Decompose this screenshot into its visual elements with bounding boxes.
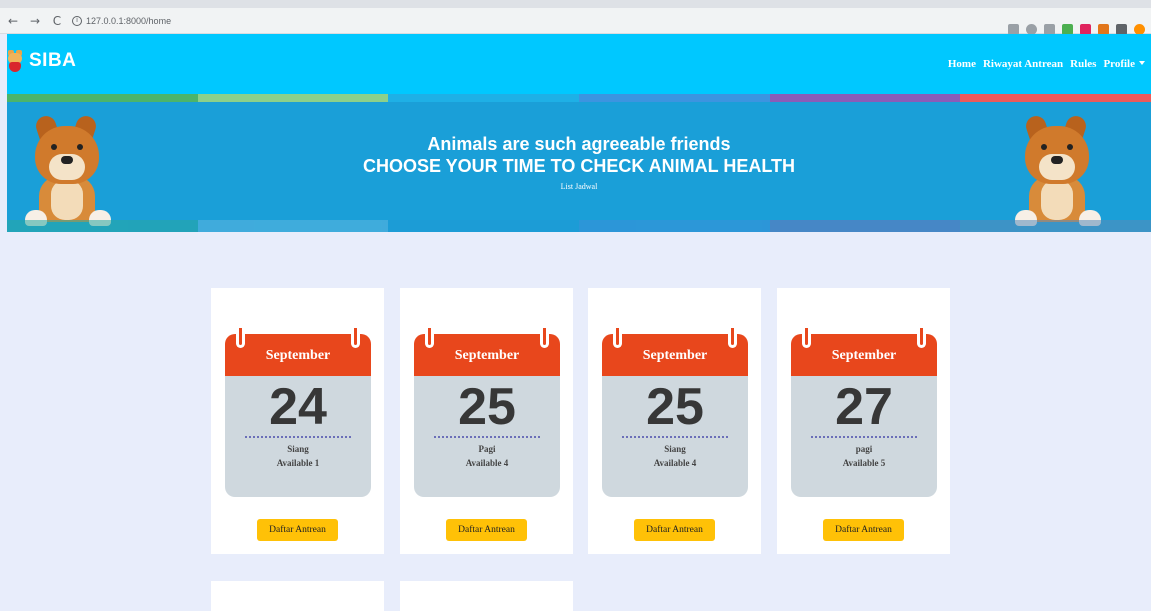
nav-rules[interactable]: Rules [1070, 58, 1096, 70]
nav-profile-label: Profile [1103, 58, 1135, 70]
nav-links: Home Riwayat Antrean Rules Profile [948, 58, 1145, 70]
puppy-image-right [1009, 113, 1105, 232]
schedule-day: 25 [646, 378, 704, 436]
puzzle-icon[interactable] [1116, 23, 1127, 35]
schedule-card: September 25 Siang Available 4 Daftar An… [588, 288, 761, 554]
schedule-availability: Available 5 [842, 458, 886, 468]
forward-icon[interactable]: → [26, 12, 44, 30]
url-text: 127.0.0.1:8000/home [86, 15, 172, 26]
calendar-icon: September 24 Siang Available 1 [225, 328, 371, 497]
daftar-antrean-button[interactable]: Daftar Antrean [257, 519, 338, 541]
browser-toolbar: ← → C i 127.0.0.1:8000/home [0, 8, 1151, 35]
info-icon[interactable]: i [72, 15, 82, 26]
schedule-day: 25 [458, 378, 516, 436]
metamask-icon[interactable] [1098, 23, 1109, 35]
banner-heading: CHOOSE YOUR TIME TO CHECK ANIMAL HEALTH [362, 156, 796, 176]
brand-name: SIBA [29, 50, 77, 71]
schedule-availability: Available 1 [276, 458, 320, 468]
schedule-day: 24 [269, 378, 327, 436]
schedule-card: September 27 pagi Available 5 Daftar Ant… [777, 288, 950, 554]
schedule-month: September [454, 348, 520, 363]
calendar-icon: September 25 Pagi Available 4 [414, 328, 560, 497]
hero-banner: Animals are such agreeable friends CHOOS… [7, 102, 1151, 232]
schedule-day: 27 [835, 378, 893, 436]
schedule-month: September [265, 348, 331, 363]
nav-home[interactable]: Home [948, 58, 976, 70]
banner-text: Animals are such agreeable friends CHOOS… [7, 134, 1151, 191]
schedule-session: Pagi [478, 444, 496, 454]
bookmark-star-icon[interactable] [1044, 23, 1055, 35]
schedule-card: September 24 Siang Available 1 Daftar An… [211, 288, 384, 554]
calendar-icon: September 27 pagi Available 5 [791, 328, 937, 497]
daftar-antrean-button[interactable]: Daftar Antrean [446, 519, 527, 541]
calendar-icon: September 25 Siang Available 4 [602, 328, 748, 497]
navbar: SIBA Home Riwayat Antrean Rules Profile [7, 34, 1151, 94]
schedule-session: pagi [855, 444, 873, 454]
schedule-availability: Available 4 [653, 458, 697, 468]
banner-bottom-strip [7, 220, 1151, 232]
decorative-color-strip [7, 94, 1151, 102]
zoom-icon[interactable] [1026, 23, 1037, 35]
browser-tab-strip [0, 0, 1151, 8]
schedule-month: September [642, 348, 708, 363]
reload-icon[interactable]: C [48, 12, 66, 30]
brand[interactable]: SIBA [7, 50, 76, 72]
schedule-card [211, 581, 384, 611]
schedule-card: September 25 Pagi Available 4 Daftar Ant… [400, 288, 573, 554]
schedule-card [400, 581, 573, 611]
translate-icon[interactable] [1008, 23, 1019, 35]
schedule-month: September [831, 348, 897, 363]
banner-subtitle: List Jadwal [560, 182, 598, 191]
daftar-antrean-button[interactable]: Daftar Antrean [823, 519, 904, 541]
back-icon[interactable]: ← [4, 12, 22, 30]
dog-heart-logo-icon [7, 50, 23, 72]
extension-icon[interactable] [1080, 23, 1091, 35]
daftar-antrean-button[interactable]: Daftar Antrean [634, 519, 715, 541]
schedule-availability: Available 4 [465, 458, 509, 468]
address-bar[interactable]: i 127.0.0.1:8000/home [72, 11, 171, 31]
nav-riwayat-antrean[interactable]: Riwayat Antrean [983, 58, 1063, 70]
banner-tagline: Animals are such agreeable friends [427, 134, 731, 154]
schedule-session: Siang [664, 444, 686, 454]
avatar[interactable] [1134, 23, 1145, 35]
schedule-session: Siang [287, 444, 309, 454]
nav-profile-dropdown[interactable]: Profile [1103, 58, 1145, 70]
extension-icon[interactable] [1062, 23, 1073, 35]
caret-down-icon [1139, 61, 1145, 65]
